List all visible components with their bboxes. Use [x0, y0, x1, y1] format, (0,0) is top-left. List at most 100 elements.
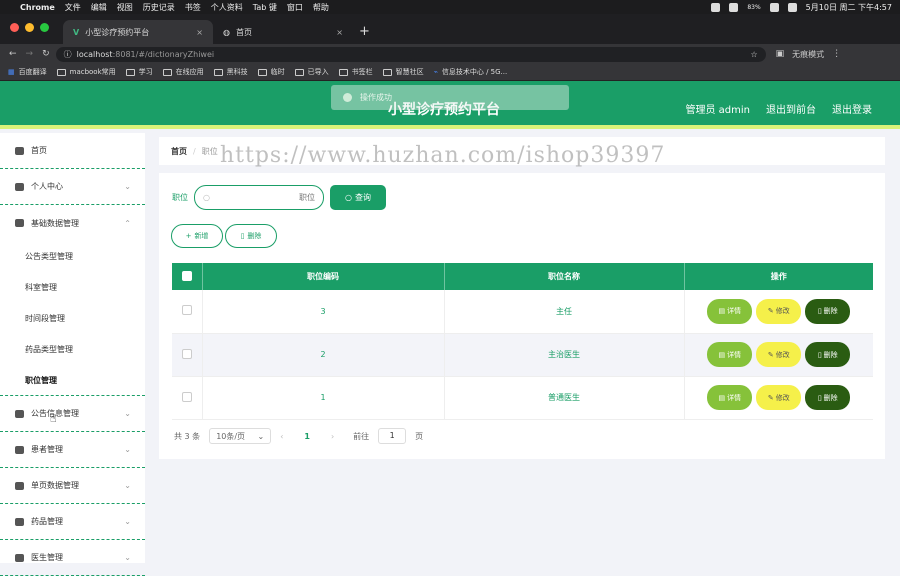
folder-icon	[257, 68, 267, 76]
minimize-window-button[interactable]	[25, 23, 34, 32]
menu-tab[interactable]: Tab 键	[253, 2, 277, 13]
sidebar-subitem[interactable]: 药品类型管理	[0, 334, 145, 365]
current-page[interactable]: 1	[304, 432, 310, 441]
sidebar-item-notice[interactable]: 公告信息管理 ⌄	[0, 396, 145, 432]
chevron-up-icon: ⌃	[124, 218, 131, 228]
action-bar: + 新增 ▯ 删除	[171, 224, 277, 248]
menu-window[interactable]: 窗口	[287, 2, 303, 13]
table-row: 2 主治医生 ▤ 详情 ✎ 修改 ▯ 删除	[172, 333, 873, 377]
bookmark-item[interactable]: macbook常用	[56, 67, 116, 77]
url-host: localhost	[76, 49, 113, 59]
incognito-profile[interactable]: 无痕模式	[792, 49, 824, 60]
bookmark-item[interactable]: ⌁ 信息技术中心 / 5G...	[434, 67, 508, 77]
doc-icon: ▤	[718, 350, 726, 359]
browser-tabbar: V 小型诊疗预约平台 × ◍ 首页 × +	[0, 14, 900, 44]
detail-button[interactable]: ▤ 详情	[707, 298, 753, 324]
menu-bookmarks[interactable]: 书签	[185, 2, 201, 13]
bookmark-item[interactable]: 已导入	[294, 67, 329, 77]
bookmark-item[interactable]: 书签栏	[338, 67, 373, 77]
folder-icon	[125, 68, 135, 76]
tab-label: 首页	[235, 27, 252, 37]
sidebar-toggle-icon[interactable]: ▣	[776, 49, 785, 59]
sidebar-subitem[interactable]: 科室管理	[0, 272, 145, 303]
bookmark-item[interactable]: 在线应用	[162, 67, 204, 77]
sidebar-item-medicine[interactable]: 药品管理 ⌄	[0, 504, 145, 540]
menu-history[interactable]: 历史记录	[143, 2, 175, 13]
detail-button[interactable]: ▤ 详情	[707, 342, 753, 367]
menu-help[interactable]: 帮助	[313, 2, 329, 13]
sidebar-item-single-page[interactable]: 单页数据管理 ⌄	[0, 468, 145, 504]
cell-name: 普通医生	[444, 376, 685, 420]
bookmark-item[interactable]: 临时	[257, 67, 285, 77]
bookmark-item[interactable]: 学习	[125, 67, 153, 77]
folder-icon	[338, 68, 348, 76]
new-tab-button[interactable]: +	[359, 24, 370, 39]
detail-button[interactable]: ▤ 详情	[707, 385, 753, 410]
app-menu[interactable]: Chrome	[20, 3, 55, 12]
row-checkbox[interactable]	[181, 348, 192, 359]
filter-label: 职位	[172, 193, 188, 202]
forward-icon[interactable]: →	[26, 49, 34, 59]
more-icon[interactable]: ⋮	[832, 49, 841, 59]
delete-button[interactable]: ▯ 删除	[805, 342, 851, 367]
clock[interactable]: 5月10日 周二 下午4:57	[806, 2, 892, 13]
next-page-button[interactable]: ›	[331, 432, 334, 441]
page-size-select[interactable]: 10条/页 ⌄	[209, 428, 272, 444]
batch-delete-button[interactable]: ▯ 删除	[225, 224, 277, 248]
close-window-button[interactable]	[10, 23, 19, 32]
bookmark-item[interactable]: 黑科技	[213, 67, 248, 77]
breadcrumb-home[interactable]: 首页	[171, 146, 187, 157]
sidebar-item-doctor[interactable]: 医生管理 ⌄	[0, 540, 145, 576]
edit-button[interactable]: ✎ 修改	[756, 385, 802, 410]
status-icon[interactable]	[729, 2, 739, 12]
bookmark-item[interactable]: 智慧社区	[382, 67, 424, 77]
menu-edit[interactable]: 编辑	[91, 2, 107, 13]
cell-name: 主治医生	[444, 333, 685, 377]
tab-home[interactable]: ◍ 首页 ×	[213, 20, 353, 44]
chat-icon	[15, 517, 24, 526]
zoom-window-button[interactable]	[40, 23, 49, 32]
add-button[interactable]: + 新增	[171, 224, 223, 248]
select-all-checkbox[interactable]	[181, 270, 192, 281]
wifi-icon[interactable]	[769, 2, 779, 12]
search-button[interactable]: ○ 查询	[330, 185, 386, 210]
position-search-input[interactable]	[209, 193, 315, 202]
edit-button[interactable]: ✎ 修改	[756, 342, 802, 367]
close-icon[interactable]: ×	[196, 28, 203, 37]
gauge-icon	[15, 409, 24, 418]
edit-button[interactable]: ✎ 修改	[756, 298, 802, 324]
delete-button[interactable]: ▯ 删除	[805, 298, 851, 324]
sidebar-subitem[interactable]: 时间段管理	[0, 303, 145, 334]
url-input[interactable]: ⓘ localhost:8081/#/dictionaryZhiwei ☆	[55, 46, 766, 62]
sidebar-subitem[interactable]: 公告类型管理	[0, 241, 145, 272]
cell-code: 3	[202, 290, 445, 334]
menu-profile[interactable]: 个人资料	[211, 2, 243, 13]
close-icon[interactable]: ×	[336, 28, 343, 37]
control-center-icon[interactable]	[787, 2, 797, 12]
back-to-front-link[interactable]: 退出到前台	[766, 101, 816, 116]
goto-page-input[interactable]: 1	[378, 428, 407, 444]
logout-link[interactable]: 退出登录	[832, 101, 872, 116]
breadcrumb-separator: /	[193, 146, 196, 156]
sidebar-item-personal[interactable]: 个人中心 ⌄	[0, 169, 145, 205]
status-icon[interactable]	[711, 2, 721, 12]
menu-view[interactable]: 视图	[117, 2, 133, 13]
reload-icon[interactable]: ↻	[42, 49, 50, 59]
back-icon[interactable]: ←	[9, 49, 17, 59]
sidebar-item-basic-data[interactable]: 基础数据管理 ⌃	[0, 205, 145, 241]
total-count: 共 3 条	[174, 431, 201, 441]
bookmark-item[interactable]: ▦ 百度翻译	[8, 67, 47, 77]
position-search-field[interactable]: ○	[194, 185, 324, 210]
prev-page-button[interactable]: ‹	[280, 432, 283, 441]
delete-button[interactable]: ▯ 删除	[805, 385, 851, 410]
menu-file[interactable]: 文件	[65, 2, 81, 13]
sidebar-subitem-active[interactable]: 职位管理	[0, 365, 145, 396]
tab-active[interactable]: V 小型诊疗预约平台 ×	[63, 20, 213, 44]
pointer-cursor-icon: ☝	[50, 412, 57, 425]
sidebar-item-patient[interactable]: 患者管理 ⌄	[0, 432, 145, 468]
sidebar-item-home[interactable]: 首页	[0, 133, 145, 169]
star-icon[interactable]: ☆	[750, 50, 757, 59]
row-checkbox[interactable]	[181, 305, 192, 316]
row-checkbox[interactable]	[181, 391, 192, 402]
position-table: 职位编码 职位名称 操作 3 主任 ▤ 详情 ✎ 修改 ▯ 删除 2 主治医生 ▤ 详情 ✎ 修…	[172, 263, 873, 420]
